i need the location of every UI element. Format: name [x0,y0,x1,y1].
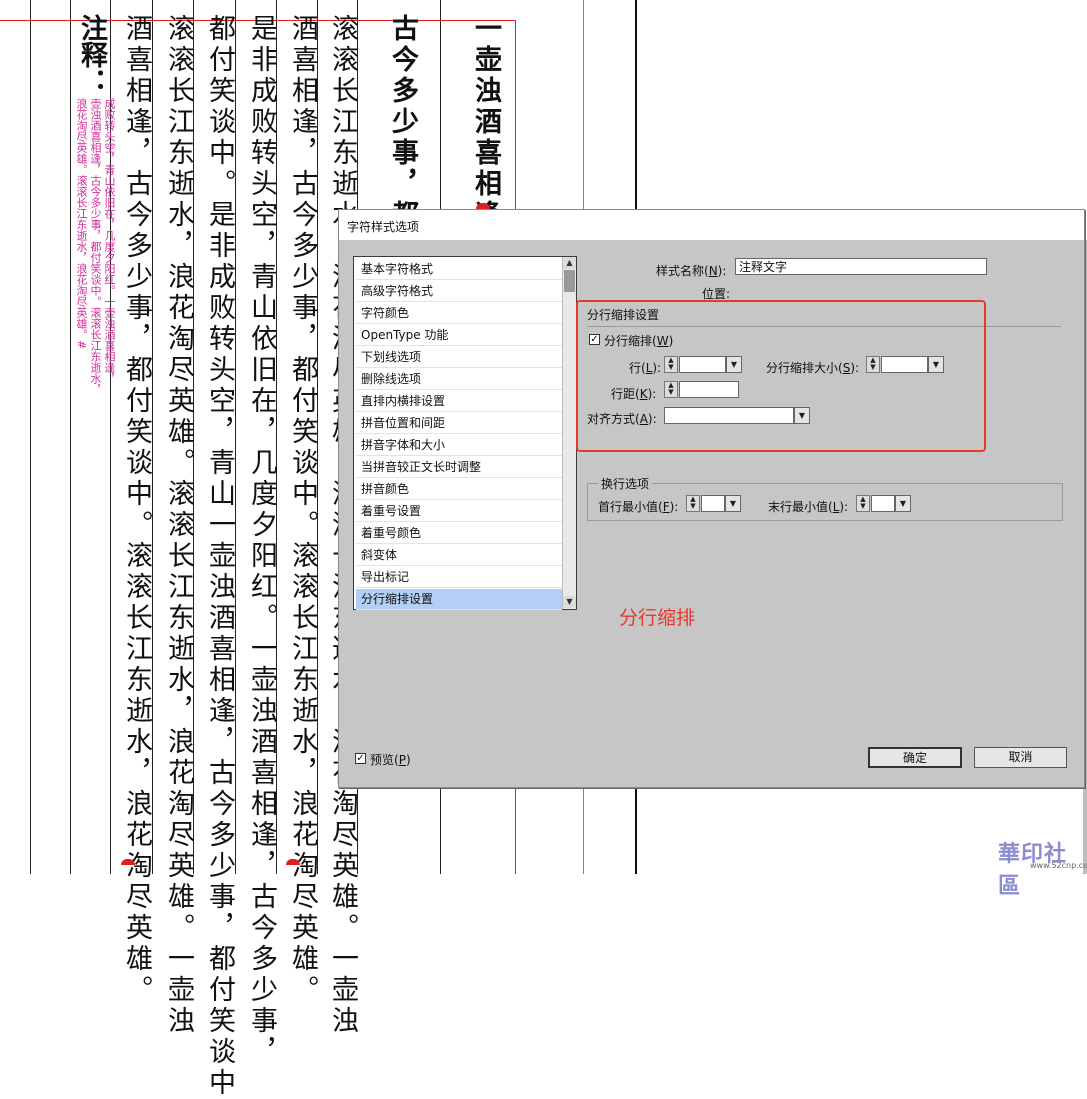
note-heading: 注释： [76,14,107,95]
label-text: 首行最小值( [598,500,663,514]
category-item[interactable]: 字符颜色 [356,303,562,324]
category-item[interactable]: 删除线选项 [356,369,562,390]
category-item[interactable]: 拼音颜色 [356,479,562,500]
scroll-thumb[interactable] [564,270,575,292]
first-line-min-input[interactable] [701,495,725,512]
category-item[interactable]: 着重号颜色 [356,523,562,544]
warichu-line: 浪花淘尽英雄。滚滚长江东逝水，浪花淘尽英雄。# [75,98,88,350]
warichu-line: 成败转头空，青山依旧在，几度夕阳红。一壶浊酒喜相逢， [103,98,116,384]
column-rule [70,0,71,874]
category-item[interactable]: 拼音字体和大小 [356,435,562,456]
scroll-up-icon[interactable]: ▲ [563,257,576,269]
label-text: ): [839,500,849,514]
annotation-label: 分行缩排 [619,607,696,629]
last-line-min-input[interactable] [871,495,895,512]
category-item[interactable]: 着重号设置 [356,501,562,522]
label-text: ): [669,500,679,514]
group-title: 换行选项 [598,475,653,492]
dialog-titlebar[interactable]: 字符样式选项 [339,210,1084,240]
line-break-options-group: 换行选项 首行最小值(F): ▲ ▼ ▼ 末行最小值(L): ▲ ▼ ▼ [587,475,1063,521]
category-item[interactable]: OpenType 功能 [356,325,562,346]
category-item[interactable]: 高级字符格式 [356,281,562,302]
first-min-dropdown-icon[interactable]: ▼ [725,495,741,512]
last-line-min-label: 末行最小值(L): [768,498,848,515]
preview-checkbox[interactable]: ✓ [355,753,366,764]
category-item[interactable]: 基本字符格式 [356,259,562,280]
style-name-label: 样式名称(N): [656,262,726,279]
anchor-marker [121,859,135,865]
character-style-options-dialog: 字符样式选项 基本字符格式 高级字符格式 字符颜色 OpenType 功能 下划… [338,209,1085,788]
highlight-box [576,300,986,452]
label-text: 预览( [370,753,399,767]
first-min-stepper-icon[interactable]: ▲ ▼ [686,495,700,512]
label-text: ): [717,264,727,278]
text-column: 酒喜相逢，古今多少事，都付笑谈中。滚滚长江东逝水，浪花淘尽英雄。 [287,14,318,1006]
category-item[interactable]: 斜变体 [356,545,562,566]
watermark-url: www.52cnp.com [1030,861,1087,870]
first-line-min-label: 首行最小值(F): [598,498,678,515]
label-key: F [662,500,670,514]
label-text: 末行最小值( [768,500,833,514]
category-list[interactable]: 基本字符格式 高级字符格式 字符颜色 OpenType 功能 下划线选项 删除线… [353,256,577,610]
category-item[interactable]: 拼音位置和间距 [356,413,562,434]
warichu-note-text: 成败转头空，青山依旧在，几度夕阳红。一壶浊酒喜相逢， 壶浊酒喜相逢，古今多少事，… [74,98,116,738]
last-min-stepper-icon[interactable]: ▲ ▼ [856,495,870,512]
category-item[interactable]: 当拼音较正文长时调整 [356,457,562,478]
scroll-down-icon[interactable]: ▼ [563,596,576,608]
ok-button[interactable]: 确定 [868,747,962,768]
text-column: 滚滚长江东逝水，浪花淘尽英雄。滚滚长江东逝水，浪花淘尽英雄。一壶浊 [163,14,194,1037]
dialog-title: 字符样式选项 [347,220,420,234]
warichu-line: 壶浊酒喜相逢，古今多少事，都付笑谈中。滚滚长江东逝水， [89,98,102,395]
label-text: ) [405,753,411,767]
label-text: 样式名称( [656,264,709,278]
category-item[interactable]: 导出标记 [356,567,562,588]
category-item-selected[interactable]: 分行缩排设置 [356,589,562,610]
column-rule [30,0,31,874]
list-scrollbar[interactable]: ▲ ▼ [562,257,576,609]
last-min-dropdown-icon[interactable]: ▼ [895,495,911,512]
label-key: N [708,264,718,278]
category-item[interactable]: 直排内横排设置 [356,391,562,412]
cancel-button[interactable]: 取消 [974,747,1067,768]
text-column: 酒喜相逢，古今多少事，都付笑谈中。滚滚长江东逝水，浪花淘尽英雄。 [121,14,152,1006]
text-column: 是非成败转头空，青山依旧在，几度夕阳红。一壶浊酒喜相逢，古今多少事， [246,14,277,1068]
label-key: P [398,753,406,767]
style-name-input[interactable]: 注释文字 [735,258,987,275]
preview-label[interactable]: 预览(P) [370,751,411,768]
category-item[interactable]: 下划线选项 [356,347,562,368]
anchor-marker [286,859,300,865]
text-column: 都付笑谈中。是非成败转头空，青山一壶浊酒喜相逢，古今多少事，都付笑谈中 [204,14,235,1099]
